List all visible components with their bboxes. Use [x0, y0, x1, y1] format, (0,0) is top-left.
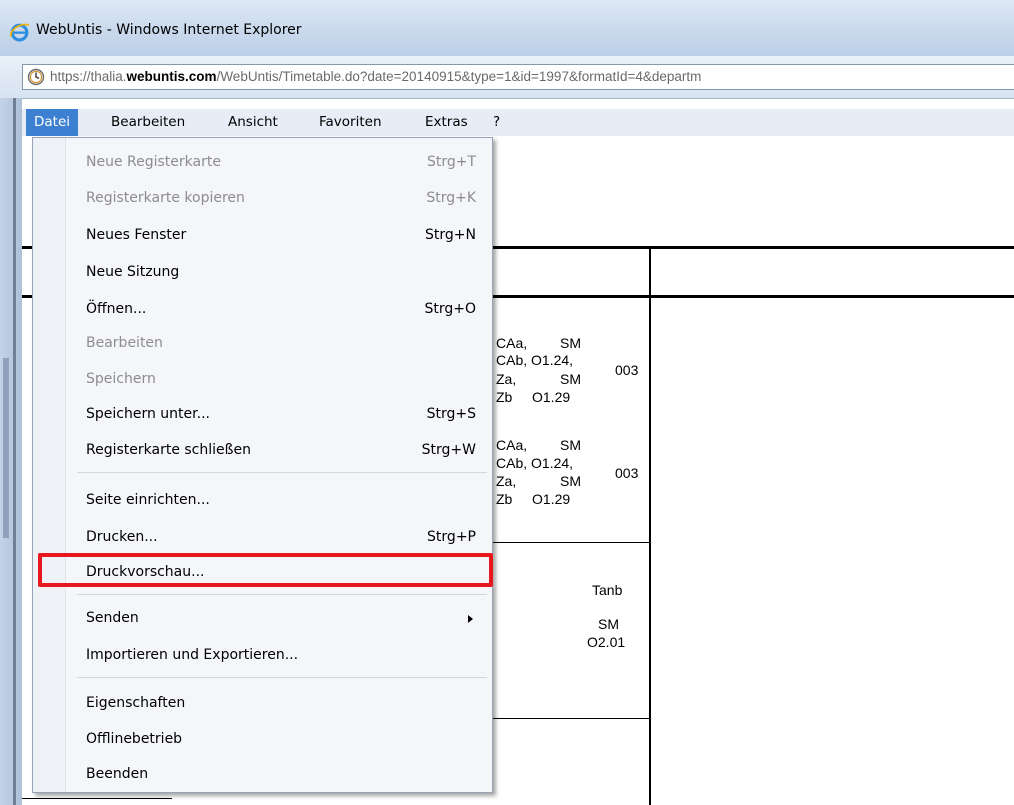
lesson-class: CAb, O1.24, [496, 455, 574, 471]
url-field[interactable]: https://thalia.webuntis.com/WebUntis/Tim… [22, 64, 1014, 90]
menu-icon-gutter [33, 138, 66, 792]
menu-item-label: Registerkarte schließen [86, 442, 251, 458]
frame-scroll-handle[interactable] [3, 358, 9, 538]
lesson-class: CAa, [496, 437, 528, 453]
menu-separator [77, 677, 487, 678]
menu-item-edit[interactable]: Bearbeiten [86, 333, 476, 353]
menu-item-label: Speichern [86, 371, 156, 387]
menu-favoriten[interactable]: Favoriten [311, 109, 390, 136]
menu-bearbeiten[interactable]: Bearbeiten [103, 109, 193, 136]
highlight-annotation [38, 553, 493, 587]
menu-item-send[interactable]: Senden [86, 608, 476, 628]
lesson-teacher: SM [560, 473, 581, 489]
menu-item-label: Registerkarte kopieren [86, 190, 245, 206]
menu-item-label: Offlinebetrieb [86, 731, 183, 747]
lesson-teacher: SM [560, 371, 581, 387]
menu-help[interactable]: ? [485, 109, 508, 136]
lesson-class: Tanb [592, 582, 623, 598]
menu-item-label: Eigenschaften [86, 695, 186, 711]
menu-item-label: Neue Registerkarte [86, 154, 221, 170]
menu-item-new-session[interactable]: Neue Sitzung [86, 262, 476, 282]
lesson-room: O1.29 [532, 491, 571, 507]
lesson-teacher: SM [560, 437, 581, 453]
lesson-room: 003 [615, 465, 639, 481]
menu-item-open[interactable]: Öffnen... Strg+O [86, 299, 476, 319]
internet-explorer-icon [10, 23, 30, 42]
history-clock-icon[interactable] [27, 68, 45, 86]
menu-item-shortcut: Strg+P [427, 529, 476, 545]
lesson-class: CAb, O1.24, [496, 352, 574, 368]
url-text[interactable]: https://thalia.webuntis.com/WebUntis/Tim… [50, 69, 701, 84]
menu-item-save-as[interactable]: Speichern unter... Strg+S [86, 404, 476, 424]
menu-item-print[interactable]: Drucken... Strg+P [86, 527, 476, 547]
lesson-room: O2.01 [587, 634, 626, 650]
menu-item-label: Neues Fenster [86, 227, 187, 243]
submenu-arrow-icon [468, 615, 473, 623]
menu-item-label: Speichern unter... [86, 406, 210, 422]
timetable-bottom-border [22, 798, 172, 799]
menu-item-label: Neue Sitzung [86, 264, 180, 280]
menu-item-work-offline[interactable]: Offlinebetrieb [86, 729, 476, 749]
menu-item-close-tab[interactable]: Registerkarte schließen Strg+W [86, 440, 476, 460]
menu-item-shortcut: Strg+K [426, 190, 476, 206]
menu-item-label: Beenden [86, 766, 149, 782]
menu-item-properties[interactable]: Eigenschaften [86, 693, 476, 713]
lesson-class: Zb [496, 389, 513, 405]
menu-item-shortcut: Strg+O [424, 301, 476, 317]
menu-item-label: Drucken... [86, 529, 158, 545]
menu-separator [77, 472, 487, 473]
menu-ansicht[interactable]: Ansicht [220, 109, 286, 136]
timetable-cell-border [472, 718, 649, 719]
menu-item-save[interactable]: Speichern [86, 369, 476, 389]
lesson-class: Za, [496, 473, 517, 489]
menu-item-shortcut: Strg+W [421, 442, 476, 458]
menu-item-import-export[interactable]: Importieren und Exportieren... [86, 645, 476, 665]
menu-item-label: Senden [86, 610, 139, 626]
title-bar-overlap-artifact [150, 0, 790, 5]
menu-item-shortcut: Strg+N [425, 227, 476, 243]
timetable-cell-border [472, 542, 649, 543]
menu-separator [77, 594, 487, 595]
title-bar: WebUntis - Windows Internet Explorer [0, 0, 1014, 57]
frame-border [13, 98, 16, 805]
window-title: WebUntis - Windows Internet Explorer [36, 22, 302, 38]
menu-item-label: Bearbeiten [86, 335, 163, 351]
menu-datei[interactable]: Datei [26, 109, 79, 136]
url-prefix: https://thalia. [50, 69, 127, 84]
menu-item-shortcut: Strg+T [426, 154, 476, 170]
lesson-teacher: SM [560, 335, 581, 351]
window-left-frame [0, 98, 22, 805]
lesson-teacher: SM [598, 616, 619, 632]
menu-extras[interactable]: Extras [417, 109, 476, 136]
url-domain: webuntis.com [126, 69, 217, 84]
menu-item-duplicate-tab[interactable]: Registerkarte kopieren Strg+K [86, 188, 476, 208]
timetable-column-divider [649, 248, 651, 805]
menu-item-label: Öffnen... [86, 301, 147, 317]
menu-item-page-setup[interactable]: Seite einrichten... [86, 490, 476, 510]
lesson-room: O1.29 [532, 389, 571, 405]
datei-dropdown-menu: Neue Registerkarte Strg+T Registerkarte k… [32, 137, 493, 793]
address-bar: https://thalia.webuntis.com/WebUntis/Tim… [0, 56, 1014, 99]
menu-item-exit[interactable]: Beenden [86, 764, 476, 784]
menu-bar: Datei Bearbeiten Ansicht Favoriten Extra… [22, 109, 1014, 137]
lesson-room: 003 [615, 362, 639, 378]
url-path: /WebUntis/Timetable.do?date=20140915&typ… [216, 69, 702, 84]
lesson-class: CAa, [496, 335, 528, 351]
lesson-class: Zb [496, 491, 513, 507]
menu-item-label: Seite einrichten... [86, 492, 210, 508]
menu-item-shortcut: Strg+S [426, 406, 476, 422]
lesson-class: Za, [496, 371, 517, 387]
menu-item-new-tab[interactable]: Neue Registerkarte Strg+T [86, 152, 476, 172]
menu-item-new-window[interactable]: Neues Fenster Strg+N [86, 225, 476, 245]
menu-item-label: Importieren und Exportieren... [86, 647, 299, 663]
